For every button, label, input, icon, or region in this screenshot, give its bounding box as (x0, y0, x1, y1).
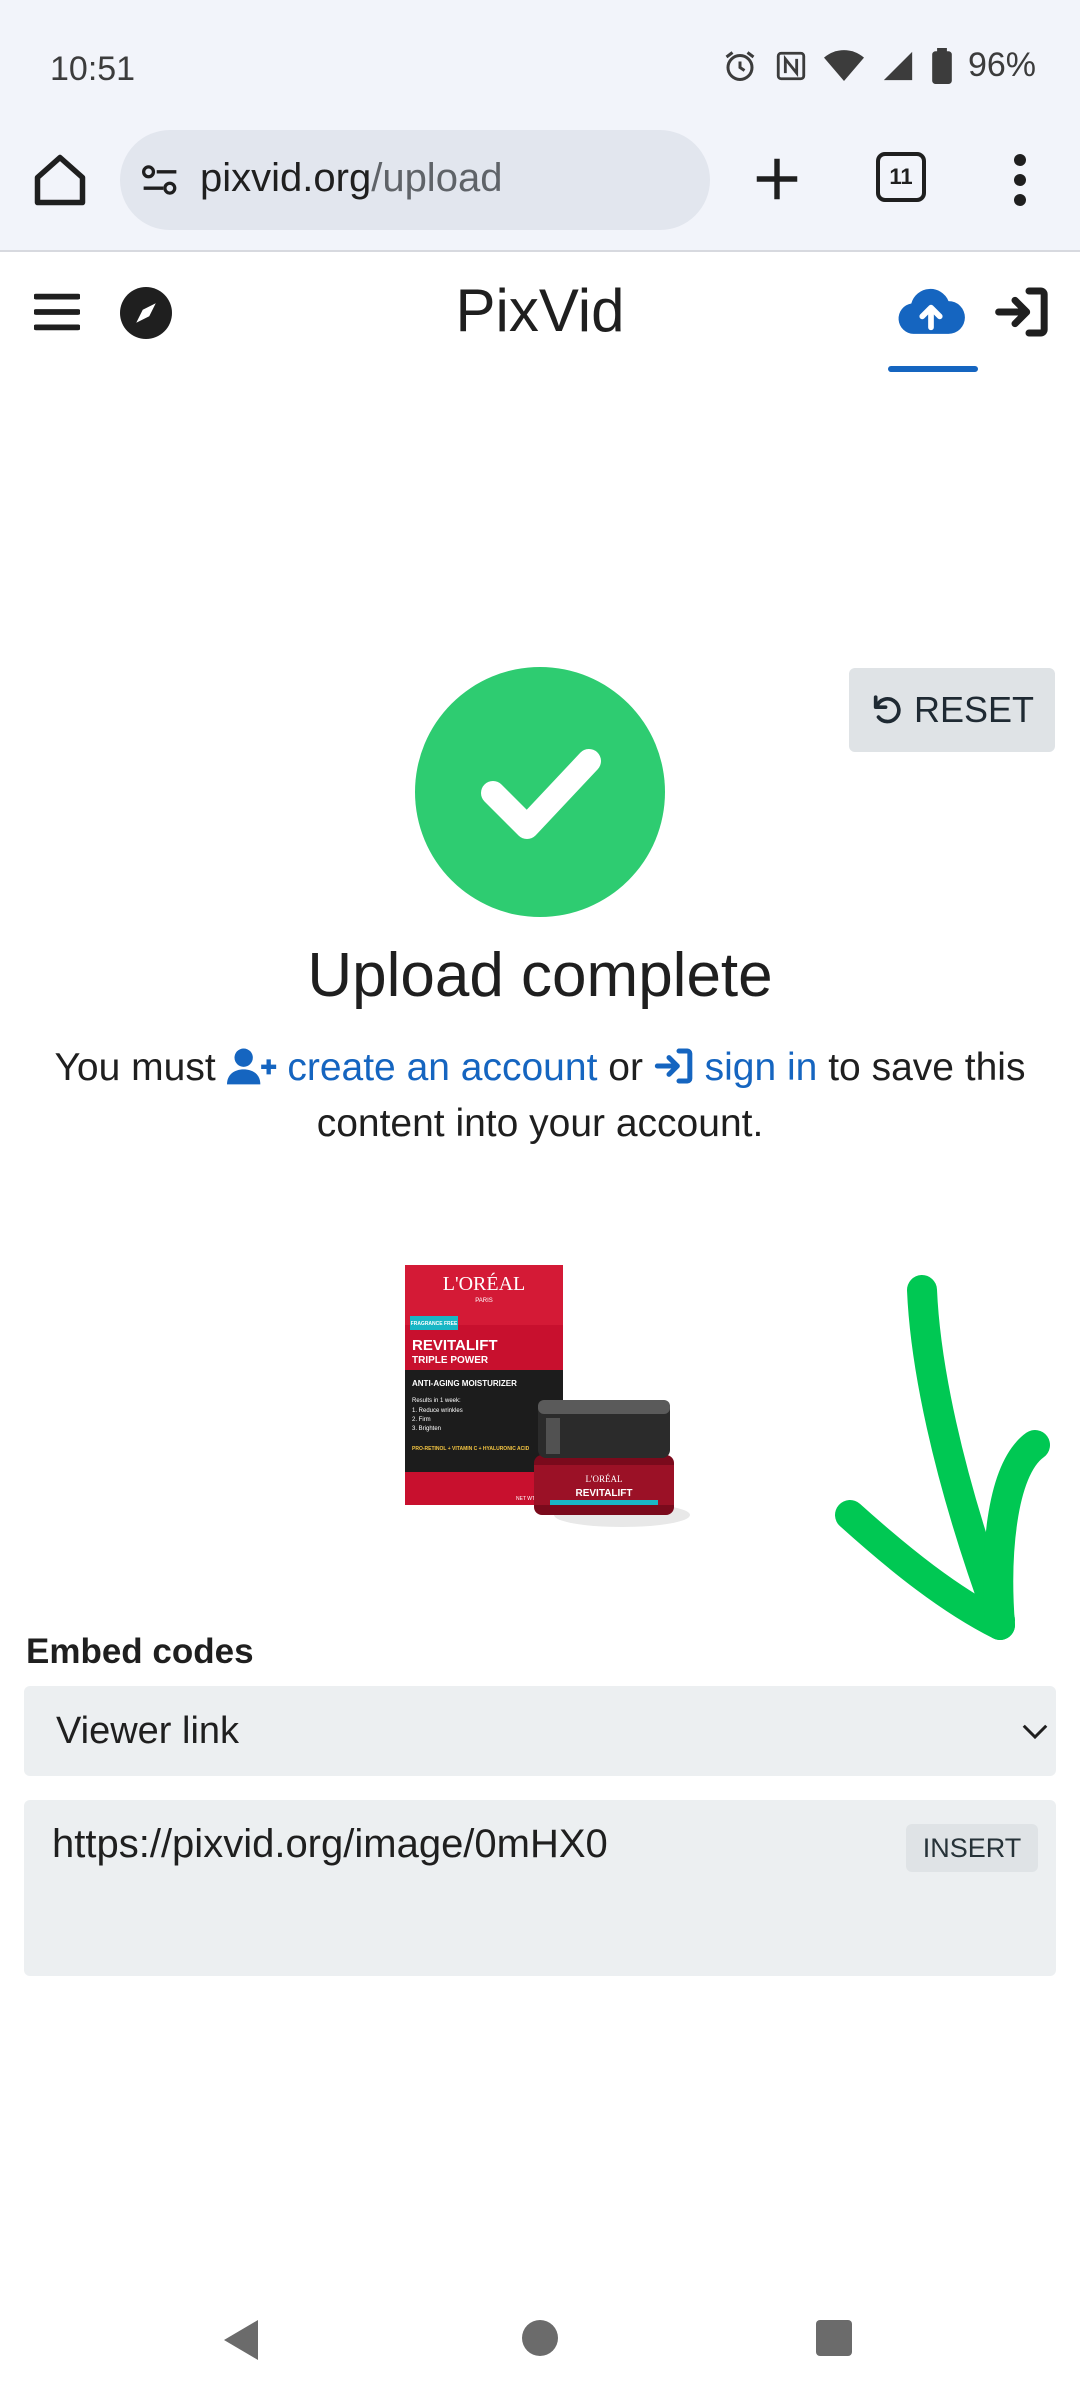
plus-icon[interactable] (750, 152, 804, 206)
annotation-arrow (835, 1275, 1050, 1640)
embed-codes-label: Embed codes (26, 1632, 254, 1671)
alarm-icon (725, 50, 755, 81)
status-icons: 96% (722, 46, 1036, 85)
reset-button[interactable]: RESET (849, 668, 1055, 752)
svg-text:2. Firm: 2. Firm (412, 1417, 431, 1423)
cloud-upload-icon[interactable] (896, 284, 966, 340)
battery-icon (932, 47, 952, 84)
uploaded-product-image[interactable]: L'ORÉAL PARIS FRAGRANCE FREE REVITALIFT … (400, 1260, 690, 1535)
svg-text:Results in 1 week:: Results in 1 week: (412, 1398, 461, 1404)
home-icon[interactable] (30, 150, 90, 210)
signal-icon (883, 51, 913, 80)
svg-text:REVITALIFT: REVITALIFT (412, 1337, 498, 1354)
account-notice: You must create an account or sign in to… (54, 1046, 1026, 1145)
svg-text:FRAGRANCE FREE: FRAGRANCE FREE (411, 1321, 458, 1327)
back-icon[interactable] (222, 2318, 262, 2362)
svg-text:PARIS: PARIS (475, 1298, 493, 1304)
site-settings-icon[interactable] (140, 162, 180, 198)
embed-code-value[interactable]: https://pixvid.org/image/0mHX0 (52, 1822, 608, 1867)
tab-switcher-button[interactable]: 11 (876, 152, 926, 202)
chevron-down-icon[interactable] (1020, 1720, 1050, 1744)
svg-text:L'ORÉAL: L'ORÉAL (585, 1474, 622, 1484)
sign-in-icon[interactable] (994, 284, 1050, 340)
svg-text:TRIPLE POWER: TRIPLE POWER (412, 1355, 489, 1366)
svg-text:3. Brighten: 3. Brighten (412, 1426, 441, 1432)
insert-button[interactable]: INSERT (906, 1824, 1038, 1872)
reset-label: RESET (913, 689, 1035, 730)
more-vert-icon[interactable] (1000, 152, 1040, 208)
create-account-link[interactable]: create an account (287, 1046, 597, 1089)
url-text[interactable]: pixvid.org/upload (200, 156, 502, 201)
tab-count: 11 (889, 164, 913, 189)
sign-in-link[interactable]: sign in (705, 1046, 818, 1089)
status-time: 10:51 (50, 50, 136, 88)
embed-select-value[interactable]: Viewer link (56, 1710, 239, 1753)
home-nav-icon[interactable] (522, 2320, 558, 2356)
recents-icon[interactable] (816, 2320, 852, 2356)
svg-text:L'ORÉAL: L'ORÉAL (443, 1272, 525, 1295)
upload-complete-title: Upload complete (307, 941, 773, 1010)
svg-text:ANTI-AGING MOISTURIZER: ANTI-AGING MOISTURIZER (412, 1379, 517, 1388)
active-tab-indicator (888, 366, 978, 372)
success-check-icon (415, 667, 665, 917)
sign-in-link-icon[interactable] (654, 1046, 694, 1086)
undo-icon (873, 695, 901, 724)
user-plus-icon[interactable] (226, 1046, 277, 1086)
battery-percent: 96% (967, 46, 1036, 84)
svg-text:PRO-RETINOL + VITAMIN C + HYAL: PRO-RETINOL + VITAMIN C + HYALURONIC ACI… (412, 1446, 530, 1452)
nfc-icon (776, 51, 806, 80)
svg-text:1. Reduce wrinkles: 1. Reduce wrinkles (412, 1408, 463, 1414)
wifi-icon (823, 49, 864, 81)
svg-text:REVITALIFT: REVITALIFT (575, 1488, 632, 1499)
